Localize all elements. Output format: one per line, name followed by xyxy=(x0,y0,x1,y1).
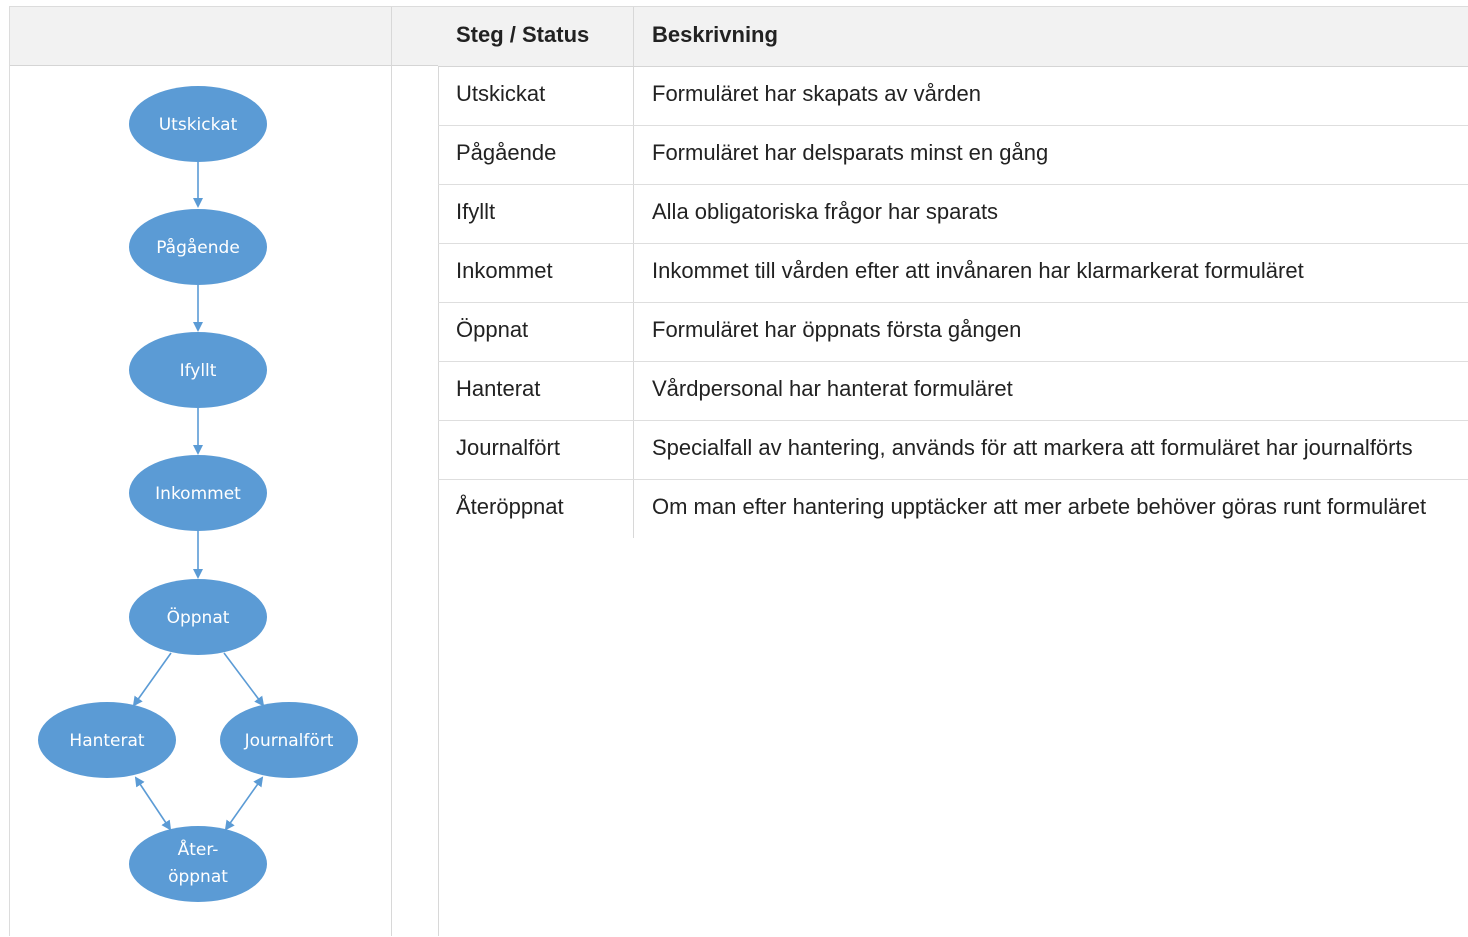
node-ifyllt: Ifyllt xyxy=(129,332,267,408)
node-hanterat: Hanterat xyxy=(38,702,176,778)
column-divider xyxy=(391,7,392,936)
table-row: Pågående Formuläret har delsparats minst… xyxy=(438,126,1468,185)
cell-description: Alla obligatoriska frågor har sparats xyxy=(634,185,1468,244)
cell-status: Utskickat xyxy=(438,67,634,126)
svg-text:Öppnat: Öppnat xyxy=(167,606,230,628)
header-status: Steg / Status xyxy=(438,7,634,67)
arrow-oppnat-journalfort xyxy=(224,653,263,705)
table-row: Utskickat Formuläret har skapats av vård… xyxy=(438,67,1468,126)
arrow-hanterat-ateroppnat xyxy=(136,778,170,829)
cell-description: Om man efter hantering upptäcker att mer… xyxy=(634,480,1468,539)
cell-status: Ifyllt xyxy=(438,185,634,244)
node-utskickat: Utskickat xyxy=(129,86,267,162)
node-oppnat: Öppnat xyxy=(129,579,267,655)
svg-text:öppnat: öppnat xyxy=(168,867,228,887)
status-table-container: Utskickat Pågående Ifyllt Inkommet Öppna… xyxy=(9,6,1468,936)
cell-description: Vårdpersonal har hanterat formuläret xyxy=(634,362,1468,421)
status-flow-diagram: Utskickat Pågående Ifyllt Inkommet Öppna… xyxy=(10,66,391,937)
cell-status: Återöppnat xyxy=(438,480,634,539)
table-row: Hanterat Vårdpersonal har hanterat formu… xyxy=(438,362,1468,421)
cell-status: Hanterat xyxy=(438,362,634,421)
table-row: Journalfört Specialfall av hantering, an… xyxy=(438,421,1468,480)
svg-text:Journalfört: Journalfört xyxy=(244,731,334,751)
node-inkommet: Inkommet xyxy=(129,455,267,531)
cell-status: Journalfört xyxy=(438,421,634,480)
svg-text:Ifyllt: Ifyllt xyxy=(180,361,217,381)
cell-status: Pågående xyxy=(438,126,634,185)
svg-text:Utskickat: Utskickat xyxy=(159,115,238,135)
cell-description: Formuläret har skapats av vården xyxy=(634,67,1468,126)
status-description-table: Steg / Status Beskrivning Utskickat Form… xyxy=(438,7,1468,538)
status-flow-diagram-svg: Utskickat Pågående Ifyllt Inkommet Öppna… xyxy=(10,66,391,937)
svg-text:Pågående: Pågående xyxy=(156,237,240,258)
cell-description: Specialfall av hantering, används för at… xyxy=(634,421,1468,480)
table-row: Återöppnat Om man efter hantering upptäc… xyxy=(438,480,1468,539)
cell-description: Formuläret har öppnats första gången xyxy=(634,303,1468,362)
arrow-oppnat-hanterat xyxy=(134,653,171,705)
table-row: Inkommet Inkommet till vården efter att … xyxy=(438,244,1468,303)
svg-text:Hanterat: Hanterat xyxy=(69,731,145,751)
arrow-journalfort-ateroppnat xyxy=(226,778,262,829)
svg-text:Åter-: Åter- xyxy=(178,838,219,860)
node-journalfort: Journalfört xyxy=(220,702,358,778)
node-pagaende: Pågående xyxy=(129,209,267,285)
node-ateroppnat: Åter- öppnat xyxy=(129,826,267,902)
header-description: Beskrivning xyxy=(634,7,1468,67)
table-row: Öppnat Formuläret har öppnats första gån… xyxy=(438,303,1468,362)
table-header-row: Steg / Status Beskrivning xyxy=(438,7,1468,67)
cell-description: Inkommet till vården efter att invånaren… xyxy=(634,244,1468,303)
cell-status: Öppnat xyxy=(438,303,634,362)
cell-status: Inkommet xyxy=(438,244,634,303)
table-row: Ifyllt Alla obligatoriska frågor har spa… xyxy=(438,185,1468,244)
svg-text:Inkommet: Inkommet xyxy=(155,484,241,504)
cell-description: Formuläret har delsparats minst en gång xyxy=(634,126,1468,185)
